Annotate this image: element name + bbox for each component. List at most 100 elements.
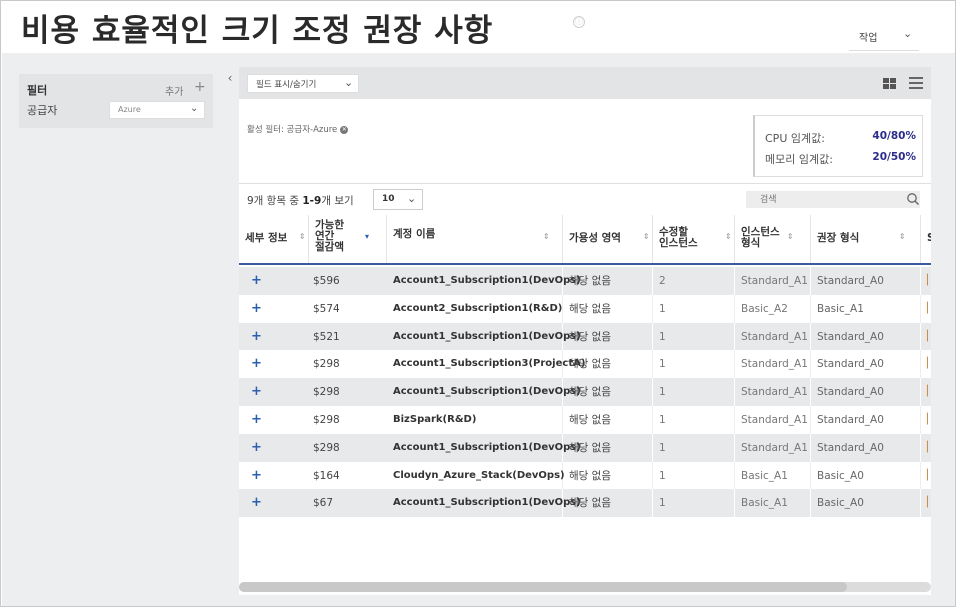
filter-panel: 필터 추가 + 공급자 Azure ⌄ — [19, 74, 213, 128]
zone-cell: 해당 없음 — [563, 489, 653, 518]
collapse-sidebar-icon[interactable]: ‹ — [223, 71, 237, 91]
column-header-label: 인스턴스 형식 — [741, 226, 780, 249]
search-input[interactable] — [746, 191, 896, 208]
truncated-cell: ▏ — [921, 267, 931, 295]
instance-type-cell: Standard_A1 — [735, 322, 811, 351]
account-cell: Account1_Subscription1(DevOps) — [387, 378, 581, 407]
instance-type-cell: Standard_A1 — [735, 433, 811, 462]
zone-cell: 해당 없음 — [563, 322, 653, 351]
recommended-type-cell: Standard_A0 — [811, 433, 921, 462]
sort-icon: ⇕ — [543, 232, 550, 241]
search-box — [746, 191, 920, 208]
zone-cell: 해당 없음 — [563, 406, 653, 434]
zone-cell: 해당 없음 — [563, 461, 653, 490]
column-header-next[interactable]: S — [921, 215, 931, 263]
instances-cell: 2 — [653, 267, 735, 295]
truncated-cell: ▏ — [921, 295, 931, 323]
column-header-recommended[interactable]: 권장 형식 ⇕ — [811, 215, 921, 263]
account-cell: BizSpark(R&D) — [387, 406, 563, 434]
instance-type-cell: Basic_A2 — [735, 294, 811, 323]
instances-cell: 1 — [653, 294, 735, 323]
field-visibility-label: 필드 표시/숨기기 — [256, 80, 317, 90]
savings-cell: $67 — [313, 497, 334, 510]
truncated-cell: ▏ — [921, 434, 931, 462]
recommended-type-cell: Standard_A0 — [811, 378, 921, 407]
recommended-type-cell: Basic_A1 — [811, 294, 921, 323]
chevron-down-icon: ⌄ — [407, 192, 417, 205]
savings-cell: $164 — [313, 469, 340, 482]
recommended-type-cell: Standard_A0 — [811, 322, 921, 351]
column-header-instance-type[interactable]: 인스턴스 형식 ⇕ — [735, 215, 811, 263]
zone-cell: 해당 없음 — [563, 378, 653, 407]
truncated-cell: ▏ — [921, 406, 931, 434]
chevron-down-icon: ⌄ — [344, 76, 354, 89]
savings-cell: $298 — [313, 358, 340, 371]
column-header-instances[interactable]: 수정할 인스턴스 ⇕ — [653, 215, 735, 263]
paging-prefix: 9개 항목 중 — [247, 195, 303, 207]
active-filter: 활성 필터: 공급자-Azure ✕ — [247, 123, 349, 135]
account-cell: Account1_Subscription1(DevOps) — [387, 322, 581, 351]
filter-panel-title: 필터 — [27, 84, 48, 97]
grid-header: 세부 정보 ⇕ 가능한 연간 절감액 ▾ 계정 이름 ⇕ 가용성 영역 ⇕ 수정… — [239, 215, 931, 265]
column-header-savings[interactable]: 가능한 연간 절감액 ▾ — [309, 215, 387, 263]
account-cell: Account1_Subscription1(DevOps) — [387, 267, 581, 295]
truncated-cell: ▏ — [921, 323, 931, 351]
table-row: + $596 Account1_Subscription1(DevOps) 해당 없음… — [239, 267, 931, 295]
zone-cell: 해당 없음 — [563, 294, 653, 323]
sort-icon: ⇕ — [899, 232, 906, 241]
list-view-icon[interactable] — [909, 77, 923, 89]
table-row: + $298 Account1_Subscription1(DevOps) 해당 없음… — [239, 378, 931, 407]
account-cell: Account2_Subscription1(R&D) — [387, 294, 563, 323]
table-row: + $164 Cloudyn_Azure_Stack(DevOps) 해당 없음 1 Ba… — [239, 461, 931, 490]
threshold-summary: CPU 임계값: 40/80% 메모리 임계값: 20/50% — [753, 115, 923, 177]
sort-icon: ⇕ — [643, 232, 650, 241]
column-header-details[interactable]: 세부 정보 ⇕ — [239, 215, 309, 263]
provider-select-value: Azure — [118, 105, 141, 114]
table-row: + $67 Account1_Subscription1(DevOps) 해당 없음 1… — [239, 489, 931, 518]
truncated-cell: ▏ — [921, 489, 931, 517]
column-header-zone[interactable]: 가용성 영역 ⇕ — [563, 215, 653, 263]
table-row: + $298 Account1_Subscription1(DevOps) 해당 없음… — [239, 433, 931, 462]
account-cell: Account1_Subscription3(ProjectA) — [387, 350, 585, 379]
instance-type-cell: Basic_A1 — [735, 489, 811, 518]
page-size-select[interactable]: 10 ⌄ — [373, 189, 423, 210]
instances-cell: 1 — [653, 489, 735, 518]
provider-select[interactable]: Azure ⌄ — [109, 101, 205, 119]
account-cell: Account1_Subscription1(DevOps) — [387, 433, 581, 462]
action-dropdown[interactable]: 작업 ⌄ — [849, 23, 919, 51]
paging-suffix: 개 보기 — [321, 195, 354, 207]
paging-range: 1-9 — [302, 195, 322, 207]
info-icon[interactable]: ⓘ — [573, 16, 585, 28]
instance-type-cell: Standard_A1 — [735, 378, 811, 407]
column-header-label: 권장 형식 — [817, 232, 860, 244]
memory-threshold-value: 20/50% — [872, 151, 916, 163]
grid-toolbar: 필드 표시/숨기기 ⌄ — [239, 67, 931, 99]
column-header-label: 세부 정보 — [245, 232, 288, 244]
table-row: + $574 Account2_Subscription1(R&D) 해당 없음 1 Ba… — [239, 294, 931, 323]
table-row: + $298 Account1_Subscription3(ProjectA) 해당 … — [239, 350, 931, 379]
search-icon[interactable] — [906, 192, 920, 206]
instances-cell: 1 — [653, 322, 735, 351]
instance-type-cell: Standard_A1 — [735, 350, 811, 379]
horizontal-scrollbar[interactable] — [239, 582, 931, 592]
recommended-type-cell: Standard_A0 — [811, 406, 921, 434]
table-row: + $521 Account1_Subscription1(DevOps) 해당 없음… — [239, 322, 931, 351]
add-filter-label[interactable]: 추가 — [165, 83, 183, 98]
scrollbar-thumb[interactable] — [239, 582, 847, 592]
field-visibility-dropdown[interactable]: 필드 표시/숨기기 ⌄ — [247, 74, 359, 93]
instances-cell: 1 — [653, 350, 735, 379]
add-filter-icon[interactable]: + — [194, 79, 206, 95]
truncated-cell: ▏ — [921, 462, 931, 490]
sort-icon: ⇕ — [299, 232, 306, 241]
savings-cell: $574 — [313, 302, 340, 315]
grid-view-icon[interactable] — [883, 78, 896, 89]
account-cell: Account1_Subscription1(DevOps) — [387, 489, 581, 518]
column-header-label: 수정할 인스턴스 — [659, 226, 698, 249]
column-header-account[interactable]: 계정 이름 ⇕ — [387, 215, 563, 263]
page-title: 비용 효율적인 크기 조정 권장 사항 — [21, 13, 494, 49]
remove-filter-icon[interactable]: ✕ — [340, 126, 349, 134]
instances-cell: 1 — [653, 433, 735, 462]
sort-icon: ⇕ — [725, 232, 732, 241]
chevron-down-icon: ⌄ — [190, 103, 199, 114]
savings-cell: $298 — [313, 386, 340, 399]
